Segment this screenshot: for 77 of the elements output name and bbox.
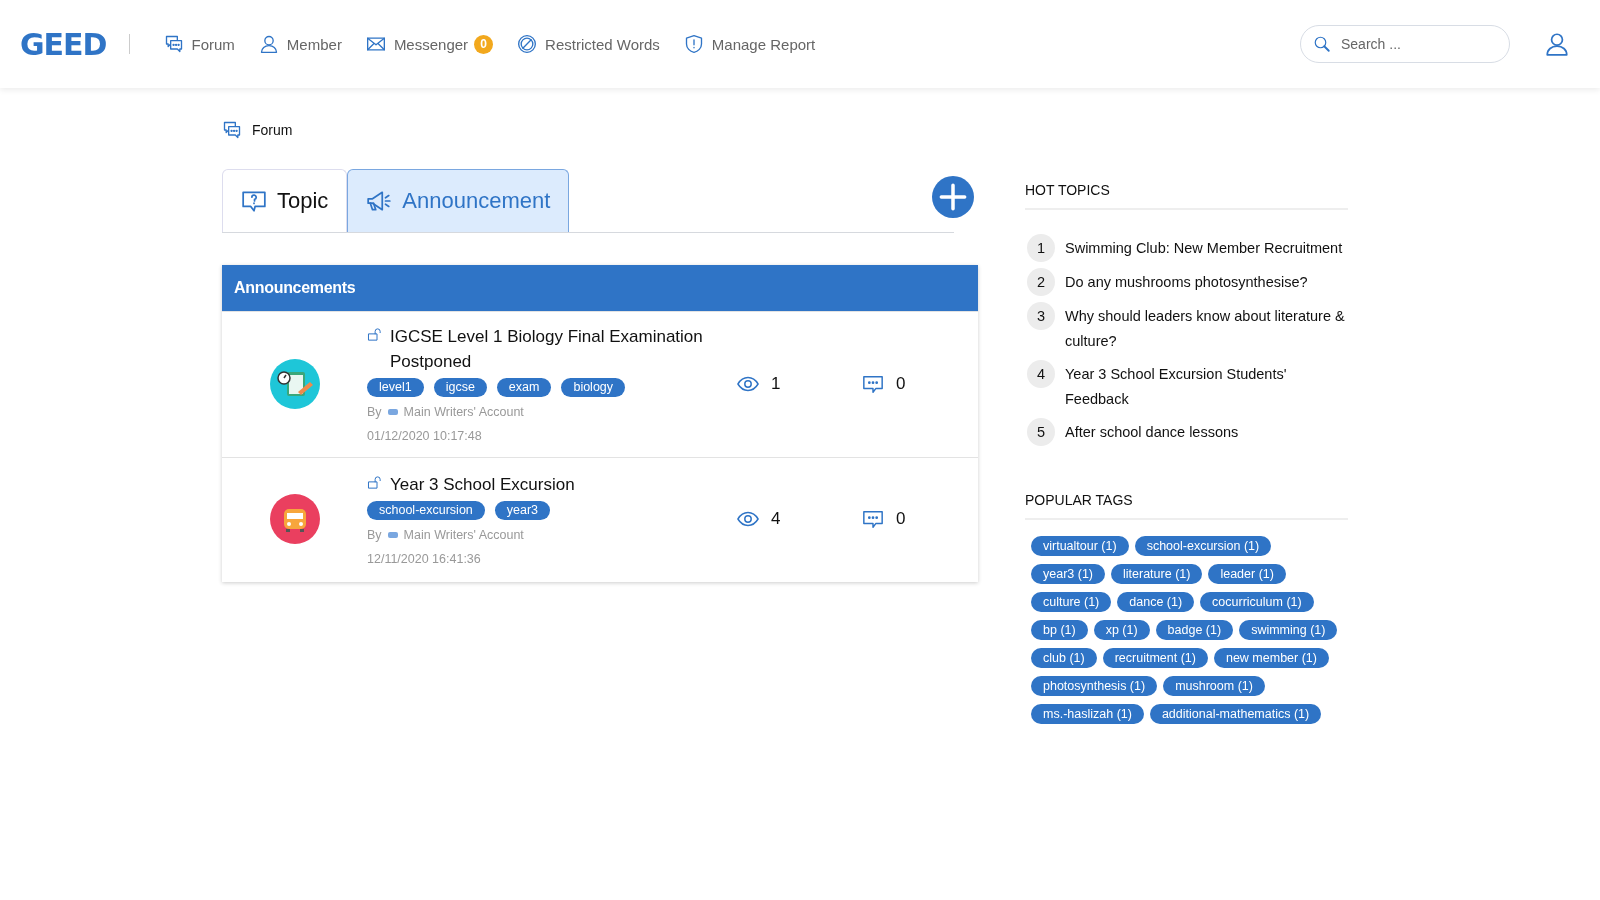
- count-badge: 0: [474, 34, 494, 54]
- search-icon: [1313, 35, 1331, 53]
- tab[interactable]: Announcement: [347, 169, 570, 232]
- breadcrumb-text[interactable]: Forum: [252, 122, 293, 138]
- user-icon[interactable]: [1544, 31, 1570, 57]
- tag[interactable]: additional-mathematics (1): [1149, 704, 1322, 724]
- envelope-icon: [365, 34, 386, 54]
- chat-bubbles-icon: [222, 120, 242, 140]
- hot-topic-link[interactable]: After school dance lessons: [1065, 418, 1239, 445]
- tag[interactable]: mushroom (1): [1163, 676, 1265, 696]
- chat-bubbles-icon: [163, 34, 184, 54]
- hot-topic-link[interactable]: Swimming Club: New Member Recruitment: [1065, 234, 1343, 261]
- tag[interactable]: culture (1): [1031, 592, 1112, 612]
- hot-topic-link[interactable]: Do any mushrooms photosynthesise?: [1065, 268, 1308, 295]
- tag[interactable]: exam: [496, 378, 552, 397]
- section-heading: POPULAR TAGS: [1025, 492, 1348, 520]
- unlocked-padlock-icon: [367, 475, 382, 490]
- shield-icon: [683, 34, 704, 54]
- prohibited-icon: [517, 34, 538, 54]
- post-date: 01/12/2020 10:17:48: [367, 429, 483, 443]
- unlocked-padlock-icon: [367, 327, 382, 342]
- tag[interactable]: biology: [561, 378, 626, 397]
- author-name: Main Writers' Account: [403, 405, 524, 419]
- tag[interactable]: badge (1): [1155, 620, 1234, 640]
- by-label: By: [367, 528, 382, 542]
- nav-link[interactable]: Messenger 0: [365, 34, 494, 54]
- nav-link[interactable]: Forum: [163, 34, 235, 54]
- by-label: By: [367, 405, 382, 419]
- tab[interactable]: Topic: [222, 169, 348, 232]
- plus-icon: [939, 183, 967, 211]
- add-button[interactable]: [932, 176, 974, 218]
- comment-count: 0: [896, 373, 906, 394]
- section-heading: HOT TOPICS: [1025, 182, 1348, 210]
- rank-number: 5: [1027, 418, 1055, 446]
- author-name: Main Writers' Account: [403, 528, 524, 542]
- nav-link[interactable]: Member: [258, 34, 342, 54]
- tag[interactable]: dance (1): [1117, 592, 1195, 612]
- tag[interactable]: school-excursion: [367, 501, 485, 520]
- rank-number: 1: [1027, 234, 1055, 262]
- comment-count: 0: [896, 509, 906, 529]
- tag[interactable]: literature (1): [1111, 564, 1203, 584]
- tag[interactable]: xp (1): [1093, 620, 1150, 640]
- rank-number: 2: [1027, 268, 1055, 296]
- tag[interactable]: year3: [494, 501, 551, 520]
- post-date: 12/11/2020 16:41:36: [367, 552, 482, 566]
- tag[interactable]: cocurriculum (1): [1200, 592, 1314, 612]
- logo[interactable]: GEED: [20, 26, 107, 62]
- view-count: 4: [771, 509, 781, 529]
- megaphone-icon: [366, 188, 393, 214]
- tag[interactable]: new member (1): [1213, 648, 1329, 668]
- view-count: 1: [771, 373, 781, 394]
- comment-icon: [862, 508, 884, 530]
- announcement-title[interactable]: IGCSE Level 1 Biology Final Examination Postponed: [390, 324, 737, 374]
- panel-header: Announcements: [222, 265, 978, 311]
- announcement-title[interactable]: Year 3 School Excursion: [390, 472, 737, 497]
- rank-number: 3: [1027, 302, 1055, 330]
- tag[interactable]: bp (1): [1031, 620, 1088, 640]
- nav-link[interactable]: Restricted Words: [517, 34, 660, 54]
- bus-icon: [269, 494, 320, 544]
- tag[interactable]: photosynthesis (1): [1031, 676, 1158, 696]
- clipboard-stopwatch-icon: [269, 358, 320, 409]
- tag[interactable]: recruitment (1): [1102, 648, 1208, 668]
- question-bubble-icon: [241, 188, 267, 214]
- hot-topic-link[interactable]: Year 3 School Excursion Students' Feedback: [1065, 360, 1348, 412]
- nav-link[interactable]: Manage Report: [683, 34, 816, 54]
- person-icon: [258, 34, 279, 54]
- rank-number: 4: [1027, 360, 1055, 388]
- tag[interactable]: igcse: [433, 378, 487, 397]
- tag[interactable]: swimming (1): [1239, 620, 1338, 640]
- tag[interactable]: leader (1): [1208, 564, 1286, 584]
- hot-topic-link[interactable]: Why should leaders know about literature & culture?: [1065, 302, 1348, 354]
- tag[interactable]: virtualtour (1): [1031, 536, 1129, 556]
- tag[interactable]: club (1): [1031, 648, 1097, 668]
- tag[interactable]: school-excursion (1): [1134, 536, 1272, 556]
- tag[interactable]: year3 (1): [1031, 564, 1106, 584]
- tag[interactable]: ms.-haslizah (1): [1031, 704, 1144, 724]
- tag[interactable]: level1: [367, 378, 424, 397]
